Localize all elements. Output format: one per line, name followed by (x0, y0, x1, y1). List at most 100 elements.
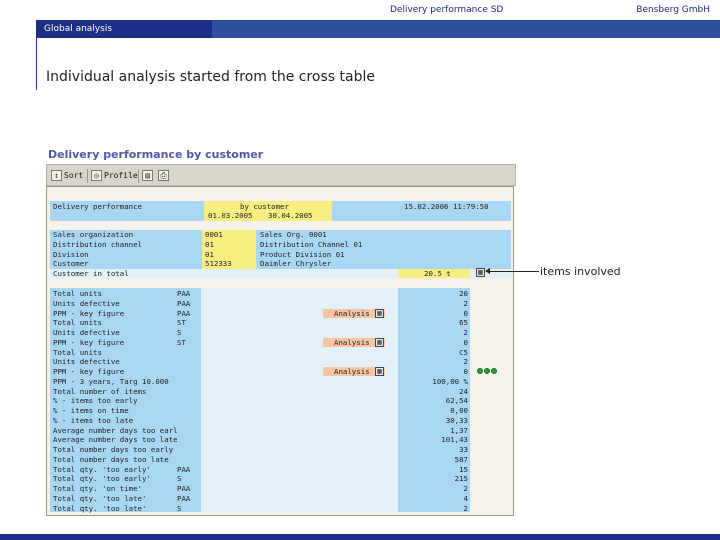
key-figure-value: 24 (459, 386, 468, 396)
key-figure-label: Total units (53, 289, 102, 298)
key-figure-unit (177, 416, 201, 425)
status-light-icon (477, 368, 483, 374)
items-involved-icon[interactable]: ▦ (476, 268, 485, 277)
key-figure-label: Total number days too late (53, 454, 169, 464)
key-figure-unit: S (177, 474, 182, 484)
key-figure-unit (177, 387, 201, 396)
key-figure-unit: S (177, 328, 182, 337)
key-figure-label: Total units (53, 347, 102, 357)
attribute-code: 01 (205, 249, 214, 259)
profile-button[interactable]: ◎ Profile (91, 168, 138, 183)
profile-icon: ◎ (91, 170, 102, 181)
key-figure-unit (177, 445, 201, 454)
key-figure-label: PPM - key figure (53, 367, 125, 376)
attribute-label: Division (53, 249, 89, 259)
details-icon: ▤ (142, 170, 153, 181)
key-figure-label: Units defective (53, 328, 120, 337)
sort-icon: ↕ (51, 170, 62, 181)
slide-headline: Individual analysis started from the cro… (46, 69, 375, 85)
key-figure-unit: PAA (177, 298, 191, 308)
key-figure-value: 15 (459, 464, 468, 474)
key-figure-unit: S (177, 503, 182, 513)
key-figure-value: 100,00 % (432, 376, 468, 386)
key-figure-label: Total qty. 'too early' (53, 464, 151, 474)
key-figure-unit (177, 426, 201, 435)
key-figure-label: % - items too early (53, 396, 138, 406)
sort-label: Sort (64, 171, 84, 180)
key-figure-unit: PAA (177, 464, 191, 474)
key-figure-unit (177, 357, 201, 366)
attribute-label: Distribution channel (53, 239, 142, 249)
toolbar-separator (87, 169, 88, 183)
attribute-code: 512333 (205, 259, 232, 269)
key-figure-value: 0 (463, 367, 468, 376)
analysis-icon[interactable]: ▦ (375, 367, 384, 376)
status-light-icon (484, 368, 490, 374)
key-figure-label: PPM - key figure (53, 308, 125, 318)
key-figure-label: Total qty. 'too late' (53, 503, 147, 513)
sort-button[interactable]: ↕ Sort (51, 168, 83, 183)
key-figure-value: 1,37 (450, 425, 468, 435)
analysis-link[interactable]: Analysis (334, 309, 374, 318)
key-figure-unit (177, 348, 201, 357)
key-figure-unit (177, 455, 201, 464)
attribute-text (260, 269, 396, 278)
header-company: Bensberg GmbH (636, 5, 710, 15)
key-figure-label: Total qty. 'too early' (53, 474, 151, 484)
analysis-link[interactable]: Analysis (334, 367, 374, 376)
key-figure-unit (177, 406, 201, 415)
analysis-link[interactable]: Analysis (334, 338, 374, 347)
key-figure-value: 0 (463, 337, 468, 347)
key-figure-value: 2 (463, 298, 468, 308)
total-value: 20.5 t (424, 269, 451, 278)
analysis-icon[interactable]: ▦ (375, 308, 384, 318)
key-figure-label: Units defective (53, 298, 120, 308)
header-label: Delivery performance (53, 202, 142, 211)
key-figure-value: 33 (459, 445, 468, 454)
key-figure-label: Total number days too early (53, 445, 174, 454)
attribute-code (205, 269, 255, 278)
key-figure-label: PPM - key figure (53, 337, 125, 347)
report-title: Delivery performance by customer (48, 148, 264, 161)
header-by: by customer (240, 202, 289, 211)
key-figure-middle-block (201, 288, 398, 512)
profile-label: Profile (104, 171, 138, 180)
key-figure-label: Average number days too early (53, 425, 177, 435)
attribute-text: Daimler Chrysler (260, 259, 332, 269)
key-figure-label: Average number days too late (53, 435, 177, 445)
key-figure-value: 30,33 (445, 415, 468, 425)
key-figure-value: 65 (459, 318, 468, 328)
key-figure-unit (177, 396, 201, 405)
left-rule (36, 20, 37, 90)
details-button[interactable]: ▤ (142, 168, 153, 183)
key-figure-unit: PAA (177, 308, 191, 318)
analysis-icon[interactable]: ▦ (375, 337, 384, 347)
header-band (212, 20, 720, 38)
print-button[interactable]: ⎙ (158, 168, 169, 183)
key-figure-value: 0,00 (450, 406, 468, 415)
report-toolbar: ↕ Sort ◎ Profile ▤ ⎙ (46, 164, 516, 186)
attribute-label: Customer in total (53, 269, 129, 279)
key-figure-label: Total number of items (53, 386, 147, 396)
toolbar-separator (138, 169, 139, 183)
key-figure-value: 587 (454, 454, 468, 464)
key-figure-label: Total units (53, 318, 102, 328)
key-figure-unit (177, 377, 201, 386)
attribute-code: 0001 (205, 230, 223, 239)
annotation-arrow (489, 271, 539, 272)
key-figure-unit (177, 367, 201, 376)
period-to: 30.04.2005 (268, 211, 313, 220)
key-figure-label: PPM - 3 years, Targ 10.000 (53, 376, 169, 386)
key-figure-value: 2 (463, 328, 468, 337)
key-figure-value: 101,43 (441, 435, 468, 445)
key-figure-unit: ST (177, 337, 186, 347)
status-light-icon (491, 368, 497, 374)
key-figure-unit: PAA (177, 493, 191, 503)
attribute-code: 01 (205, 239, 214, 249)
key-figure-label: Total qty. 'on time' (53, 484, 142, 493)
key-figure-value: 20 (459, 289, 468, 298)
header-title: Delivery performance SD (390, 5, 504, 15)
report-date: 15.02.2006 11:79:50 (404, 202, 489, 211)
period-from: 01.03.2005 (208, 211, 253, 220)
footer-band (0, 534, 720, 540)
